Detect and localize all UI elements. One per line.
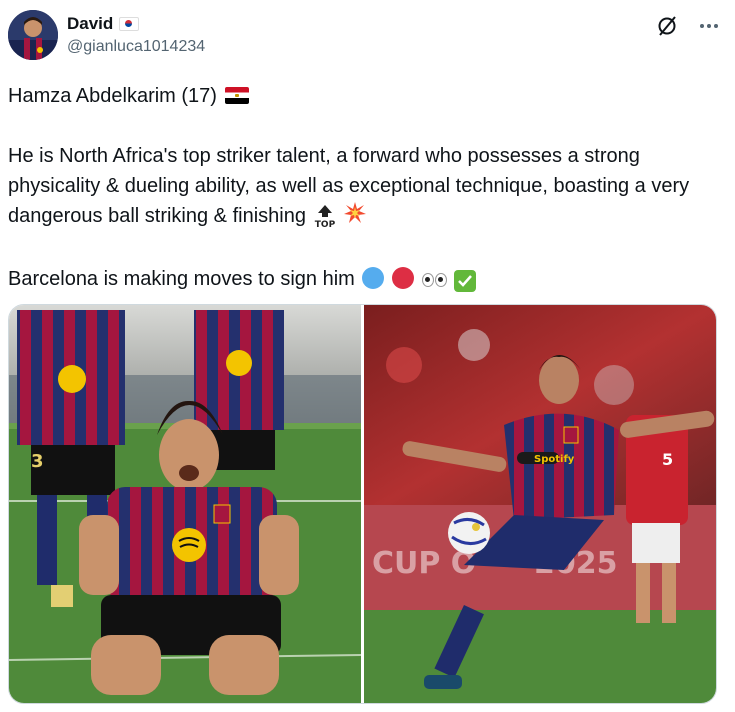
egypt-flag-icon	[224, 87, 249, 104]
tweet-line-1: Hamza Abdelkarim (17)	[8, 81, 713, 111]
collision-icon	[343, 201, 367, 234]
check-mark-button-icon	[454, 270, 477, 292]
tweet-header: David @gianluca1014234	[8, 10, 721, 62]
tweet-line-3-text: Barcelona is making moves to sign him	[8, 268, 355, 290]
tweet-line-2: He is North Africa's top striker talent,…	[8, 141, 713, 234]
tweet-media: 3 CUP O 2025 5 Spotify	[8, 304, 717, 704]
tweet-text: Hamza Abdelkarim (17) He is North Africa…	[8, 81, 713, 294]
tweet-line-3: Barcelona is making moves to sign him	[8, 264, 713, 294]
blue-circle-icon	[362, 267, 385, 289]
display-name[interactable]: David	[67, 14, 113, 34]
more-horizontal-icon[interactable]	[697, 14, 721, 38]
tweet-line-1-text: Hamza Abdelkarim (17)	[8, 85, 217, 107]
header-actions	[655, 14, 721, 38]
top-arrow-icon: TOP	[314, 204, 336, 228]
opponent-number: 5	[662, 450, 673, 469]
avatar-image	[8, 10, 58, 60]
name-row: David	[67, 14, 140, 34]
top-label: TOP	[314, 220, 335, 228]
photo-volley[interactable]: CUP O 2025 5 Spotify	[364, 305, 716, 703]
grok-slash-circle-icon[interactable]	[655, 14, 679, 38]
player-number: 3	[31, 451, 44, 472]
sponsor-text: Spotify	[534, 454, 575, 465]
red-circle-icon	[391, 267, 414, 289]
handle[interactable]: @gianluca1014234	[67, 38, 205, 56]
eyes-icon	[421, 273, 447, 287]
avatar[interactable]	[8, 10, 58, 60]
south-korea-flag-icon	[119, 17, 140, 31]
photo-celebration[interactable]: 3	[9, 305, 361, 703]
